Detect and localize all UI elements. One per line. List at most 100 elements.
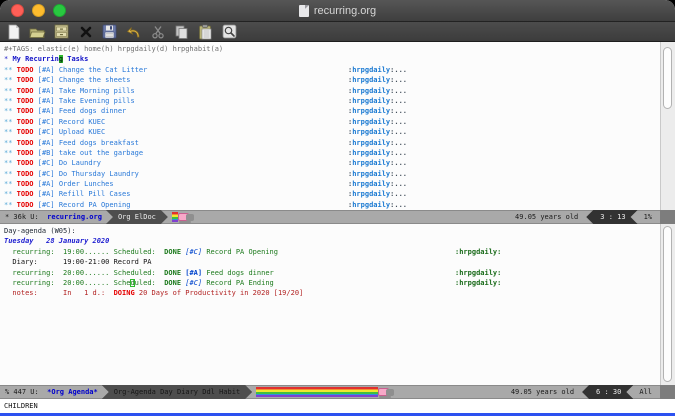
todo-stars: ** (4, 66, 17, 74)
modeline-buffer-name[interactable]: *Org Agenda* (47, 388, 98, 396)
todo-priority: [#C] (38, 170, 59, 178)
todo-stars: ** (4, 128, 17, 136)
todo-keyword: TODO (17, 159, 38, 167)
todo-keyword: TODO (17, 87, 38, 95)
todo-priority: [#A] (38, 190, 59, 198)
cut-icon[interactable] (149, 23, 166, 40)
todo-line[interactable]: ** TODO [#C] Change the sheets:hrpgdaily… (4, 75, 659, 85)
window-title: recurring.org (314, 5, 376, 17)
open-file-icon[interactable] (29, 23, 46, 40)
tag: :hrpgdaily:... (348, 65, 407, 75)
save-icon[interactable] (101, 23, 118, 40)
close-buffer-icon[interactable] (77, 23, 94, 40)
minimize-window-button[interactable] (32, 4, 45, 17)
todo-line[interactable]: ** TODO [#B] take out the garbage:hrpgda… (4, 148, 659, 158)
todo-stars: ** (4, 190, 17, 198)
meta-line[interactable]: #+TAGS: elastic(e) home(h) hrpgdaily(d) … (4, 44, 659, 54)
todo-stars: ** (4, 97, 17, 105)
tag: :hrpgdaily: (455, 247, 501, 257)
todo-keyword: TODO (17, 139, 38, 147)
todo-line[interactable]: ** TODO [#A] Take Evening pills:hrpgdail… (4, 96, 659, 106)
tag: :hrpgdaily:... (348, 158, 407, 168)
todo-stars: ** (4, 139, 17, 147)
new-file-icon[interactable] (5, 23, 22, 40)
todo-keyword: TODO (17, 170, 38, 178)
todo-title: Refill Pill Cases (59, 190, 131, 198)
todo-keyword: TODO (17, 97, 38, 105)
toolbar (0, 22, 675, 42)
todo-title: Upload KUEC (59, 128, 105, 136)
nyan-cat-progress (256, 385, 394, 399)
headline-level1[interactable]: * My Recurring Tasks (4, 54, 659, 64)
tag: :hrpgdaily:... (348, 106, 407, 116)
search-icon[interactable] (221, 23, 238, 40)
todo-priority: [#C] (38, 128, 59, 136)
todo-line[interactable]: ** TODO [#A] Refill Pill Cases:hrpgdaily… (4, 189, 659, 199)
todo-stars: ** (4, 107, 17, 115)
todo-line[interactable]: ** TODO [#C] Record PA Opening:hrpgdaily… (4, 200, 659, 210)
tag: :hrpgdaily: (455, 268, 501, 278)
todo-title: Record KUEC (59, 118, 105, 126)
todo-title: Take Morning pills (59, 87, 135, 95)
agenda-header[interactable]: Day-agenda (W05): (4, 226, 659, 236)
zoom-window-button[interactable] (53, 4, 66, 17)
todo-line[interactable]: ** TODO [#C] Upload KUEC:hrpgdaily:... (4, 127, 659, 137)
copy-icon[interactable] (173, 23, 190, 40)
todo-priority: [#A] (38, 180, 59, 188)
todo-priority: [#A] (38, 97, 59, 105)
todo-line[interactable]: ** TODO [#A] Feed dogs breakfast:hrpgdai… (4, 138, 659, 148)
undo-icon[interactable] (125, 23, 142, 40)
modeline-flags: % 447 U: (0, 388, 47, 396)
todo-stars: ** (4, 118, 17, 126)
dired-icon[interactable] (53, 23, 70, 40)
todo-line[interactable]: ** TODO [#C] Do Laundry:hrpgdaily:... (4, 158, 659, 168)
todo-title: Feed dogs dinner (59, 107, 126, 115)
agenda-item[interactable]: recurring: 19:00...... Scheduled: DONE [… (4, 247, 659, 257)
modeline-modes[interactable]: Org-Agenda Day Diary Ddl Habit (102, 385, 252, 399)
scrollbar-track[interactable] (660, 224, 675, 385)
scrollbar-thumb[interactable] (663, 47, 672, 109)
tag: :hrpgdaily:... (348, 86, 407, 96)
todo-title: Change the sheets (59, 76, 131, 84)
todo-line[interactable]: ** TODO [#C] Record KUEC:hrpgdaily:... (4, 117, 659, 127)
agenda-diary-item[interactable]: Diary: 19:00-21:00 Record PA (4, 257, 659, 267)
todo-line[interactable]: ** TODO [#A] Order Lunches:hrpgdaily:... (4, 179, 659, 189)
agenda-item[interactable]: recurring: 20:00...... Scheduled: DONE [… (4, 278, 659, 288)
todo-stars: ** (4, 201, 17, 209)
agenda-date[interactable]: Tuesday 28 January 2020 (4, 236, 659, 246)
scrollbar-thumb[interactable] (663, 226, 672, 382)
todo-title: Feed dogs breakfast (59, 139, 139, 147)
tag: :hrpgdaily:... (348, 169, 407, 179)
modeline-buffer-name[interactable]: recurring.org (47, 213, 102, 221)
modeline-percent: 1% (638, 213, 658, 221)
todo-stars: ** (4, 149, 17, 157)
todo-priority: [#C] (38, 159, 59, 167)
todo-priority: [#B] (38, 149, 59, 157)
todo-priority: [#A] (38, 107, 59, 115)
todo-line[interactable]: ** TODO [#C] Do Thursday Laundry:hrpgdai… (4, 169, 659, 179)
scrollbar-track[interactable] (660, 42, 675, 210)
minibuffer[interactable]: CHILDREN (0, 399, 675, 413)
todo-line[interactable]: ** TODO [#A] Feed dogs dinner:hrpgdaily:… (4, 106, 659, 116)
todo-title: Record PA Opening (59, 201, 131, 209)
agenda-notes-item[interactable]: notes: In 1 d.: DOING 20 Days of Product… (4, 288, 659, 298)
todo-line[interactable]: ** TODO [#A] Change the Cat Litter:hrpgd… (4, 65, 659, 75)
todo-priority: [#A] (38, 87, 59, 95)
todo-keyword: TODO (17, 76, 38, 84)
todo-priority: [#A] (38, 66, 59, 74)
modeline-modes[interactable]: Org ElDoc (106, 210, 168, 224)
close-window-button[interactable] (11, 4, 24, 17)
modeline-scrollbar-cap (660, 385, 675, 399)
todo-keyword: TODO (17, 118, 38, 126)
modeline-scrollbar-cap (660, 210, 675, 224)
modeline-flags: * 36k U: (0, 213, 47, 221)
todo-stars: ** (4, 87, 17, 95)
todo-title: Do Thursday Laundry (59, 170, 139, 178)
paste-icon[interactable] (197, 23, 214, 40)
modeline-bottom: % 447 U: *Org Agenda* Org-Agenda Day Dia… (0, 385, 675, 399)
modeline-percent: All (633, 388, 658, 396)
agenda-item[interactable]: recurring: 20:00...... Scheduled: DONE [… (4, 268, 659, 278)
todo-line[interactable]: ** TODO [#A] Take Morning pills :hrpgdail… (4, 86, 659, 96)
emacs-window: recurring.org (0, 0, 675, 416)
titlebar: recurring.org (0, 0, 675, 22)
